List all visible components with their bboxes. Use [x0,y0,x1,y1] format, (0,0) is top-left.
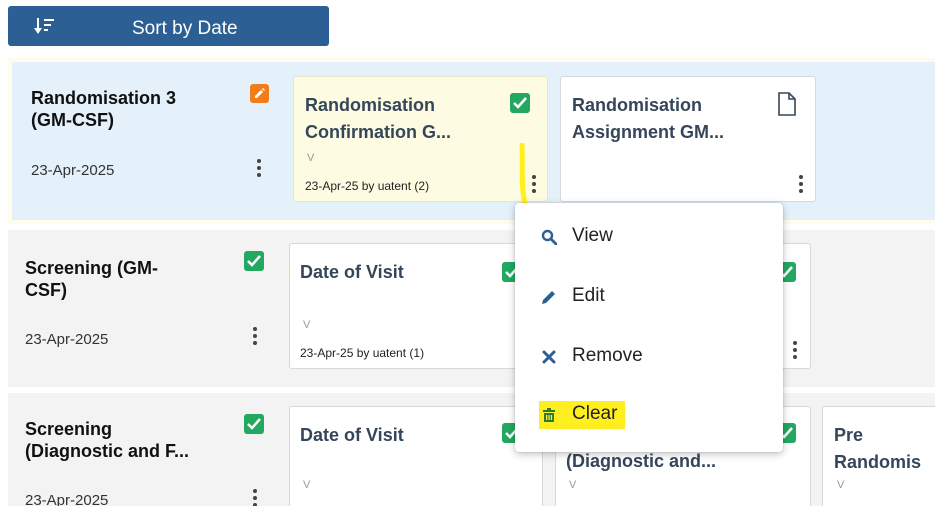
form-card-pre-randomisation[interactable]: Pre Randomis V [822,406,935,506]
form-card-title-line: Pre [834,425,864,445]
form-card-title-line: Randomisation [572,95,703,115]
visit-title-line: Screening [25,419,113,439]
form-card-randomisation-assignment[interactable]: Randomisation Assignment GM... [560,76,816,202]
menu-item-edit[interactable]: Edit [515,271,783,323]
menu-item-view[interactable]: View [515,211,783,263]
sort-descending-icon [34,18,54,34]
form-card-version: V [303,479,311,491]
form-card-title-line: Randomis [834,452,922,472]
form-card-title: (Diagnostic and... [566,448,716,475]
form-card-meta: 23-Apr-25 by uatent (1) [300,346,425,360]
menu-item-label: Edit [572,285,605,306]
form-card-title-line: Date of Visit [300,425,404,445]
form-card-title: Pre Randomis [834,422,921,476]
document-icon [778,92,796,116]
visit-date: 23-Apr-2025 [31,162,115,179]
form-options-kebab-icon[interactable] [796,173,806,195]
sort-by-date-button[interactable]: Sort by Date [8,6,329,46]
form-options-kebab-icon[interactable] [529,173,539,195]
visit-title: Screening (Diagnostic and F... [25,418,189,462]
context-menu: View Edit Remove Clear [515,203,783,452]
form-card-version: V [837,479,845,491]
form-card-version: V [569,479,577,491]
visit-options-kebab-icon[interactable] [250,487,260,506]
visit-date: 23-Apr-2025 [25,331,109,348]
form-card-version: V [303,319,311,331]
close-icon [542,350,556,364]
form-card-version: V [307,152,315,164]
visit-title-line: Screening (GM- [25,258,159,278]
form-card-title-line: (Diagnostic and... [566,451,717,471]
pencil-icon [542,291,555,304]
form-options-kebab-icon[interactable] [790,339,800,361]
menu-item-remove[interactable]: Remove [515,331,783,383]
form-card-date-of-visit-2[interactable]: Date of Visit V [289,406,543,506]
form-card-title: Date of Visit [300,422,404,449]
edit-icon[interactable] [250,84,269,103]
menu-item-clear[interactable]: Clear [515,393,783,445]
form-card-title: Randomisation Assignment GM... [572,92,724,146]
form-card-date-of-visit[interactable]: Date of Visit V 23-Apr-25 by uatent (1) [289,243,549,369]
search-icon [541,229,557,245]
form-card-title-line: Date of Visit [300,262,404,282]
sort-button-label: Sort by Date [132,18,238,39]
form-card-meta: 23-Apr-25 by uatent (2) [305,179,430,193]
menu-item-label: Clear [572,403,618,424]
visit-title-line: (GM-CSF) [31,110,114,130]
visit-date: 23-Apr-2025 [25,492,109,506]
form-card-title: Date of Visit [300,259,404,286]
form-card-title: Randomisation Confirmation G... [305,92,451,146]
visit-title: Randomisation 3 (GM-CSF) [31,87,176,131]
form-card-title-line: Confirmation G... [305,122,451,142]
visit-title-line: (Diagnostic and F... [25,441,190,461]
visit-title-line: Randomisation 3 [31,88,177,108]
visit-options-kebab-icon[interactable] [254,157,264,179]
visit-title-line: CSF) [25,280,67,300]
form-card-title-line: Randomisation [305,95,436,115]
trash-icon [543,408,555,422]
form-card-title-line: Assignment GM... [572,122,725,142]
visit-options-kebab-icon[interactable] [250,325,260,347]
check-icon [244,414,264,434]
form-card-randomisation-confirmation[interactable]: Randomisation Confirmation G... V 23-Apr… [293,76,548,202]
check-icon [244,251,264,271]
menu-item-label: View [572,225,613,246]
highlight-mark [519,143,528,211]
check-icon [510,93,530,113]
menu-item-label: Remove [572,345,643,366]
visit-title: Screening (GM- CSF) [25,257,158,301]
